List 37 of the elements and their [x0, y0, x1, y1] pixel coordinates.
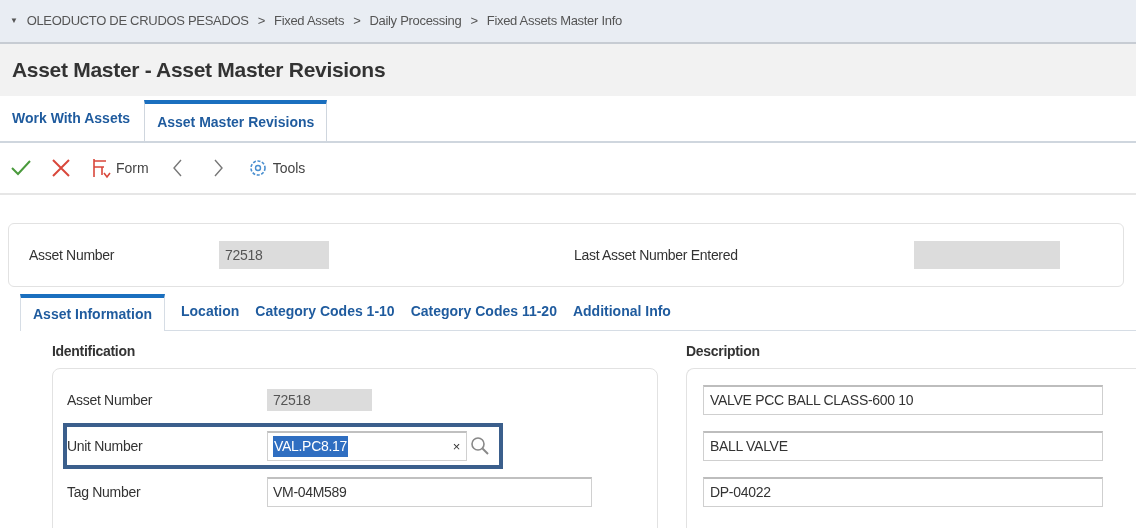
breadcrumb-link[interactable]: Fixed Assets Master Info: [486, 11, 622, 31]
form-tab[interactable]: Asset Master Revisions: [144, 100, 328, 141]
asset-number-field: 72518: [219, 241, 329, 269]
breadcrumb-separator: >: [353, 12, 361, 31]
tab[interactable]: Category Codes 11-20: [410, 301, 557, 330]
form-menu-icon: [90, 157, 112, 179]
tab[interactable]: Location: [181, 301, 240, 330]
section-title: Identification: [52, 342, 136, 361]
form-menu-button[interactable]: Form: [88, 155, 151, 181]
breadcrumb-toggle[interactable]: ▼: [10, 15, 18, 27]
close-icon: [50, 157, 72, 179]
lookup-field[interactable]: VAL.PC8.17 ×: [267, 431, 467, 461]
section-title: Description: [686, 342, 761, 361]
field-label: Asset Number: [67, 390, 154, 410]
tab[interactable]: Additional Info: [572, 301, 671, 330]
search-icon[interactable]: [469, 435, 491, 457]
field-label: Tag Number: [67, 482, 142, 502]
breadcrumb-link[interactable]: Fixed Assets: [274, 11, 345, 31]
field-value: VM-04M589: [273, 483, 347, 502]
breadcrumb-link[interactable]: Daily Processing: [369, 11, 462, 31]
breadcrumb-separator: >: [257, 12, 265, 31]
input-field[interactable]: VM-04M589: [267, 477, 592, 507]
tab[interactable]: Asset Information: [20, 294, 165, 331]
page-title: Asset Master - Asset Master Revisions: [12, 57, 386, 83]
breadcrumb-separator: >: [470, 12, 478, 31]
field-label: Unit Number: [67, 436, 144, 456]
field-label: Last Asset Number Entered: [574, 245, 739, 265]
input-field[interactable]: VALVE PCC BALL CLASS-600 10: [703, 385, 1103, 415]
input-field[interactable]: DP-04022: [703, 477, 1103, 507]
field-label: Asset Number: [29, 245, 116, 265]
breadcrumb-link[interactable]: OLEODUCTO DE CRUDOS PESADOS: [26, 11, 249, 31]
input-field[interactable]: BALL VALVE: [703, 431, 1103, 461]
tab[interactable]: Category Codes 1-10: [255, 301, 395, 330]
form-tab[interactable]: Work With Assets: [10, 100, 139, 141]
readonly-field: 72518: [267, 389, 372, 411]
clear-button[interactable]: ×: [452, 436, 460, 457]
tools-menu-button[interactable]: Tools: [244, 155, 308, 181]
